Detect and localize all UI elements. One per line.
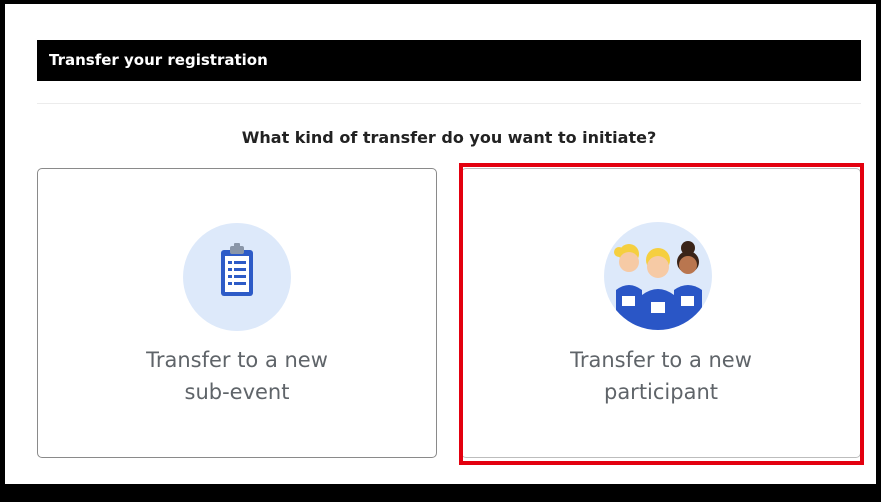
transfer-question: What kind of transfer do you want to ini… [241,128,657,147]
transfer-participant-option[interactable]: Transfer to a new participant [461,168,861,458]
participants-icon [604,222,712,330]
transfer-sub-event-option[interactable]: Transfer to a new sub-event [37,168,437,458]
transfer-sub-event-label: Transfer to a new sub-event [146,348,328,404]
transfer-participant-label: Transfer to a new participant [570,348,752,404]
divider [37,103,861,104]
header-title: Transfer your registration [37,40,861,81]
transfer-dialog: Transfer your registration What kind of … [5,4,876,484]
clipboard-icon [183,223,291,331]
